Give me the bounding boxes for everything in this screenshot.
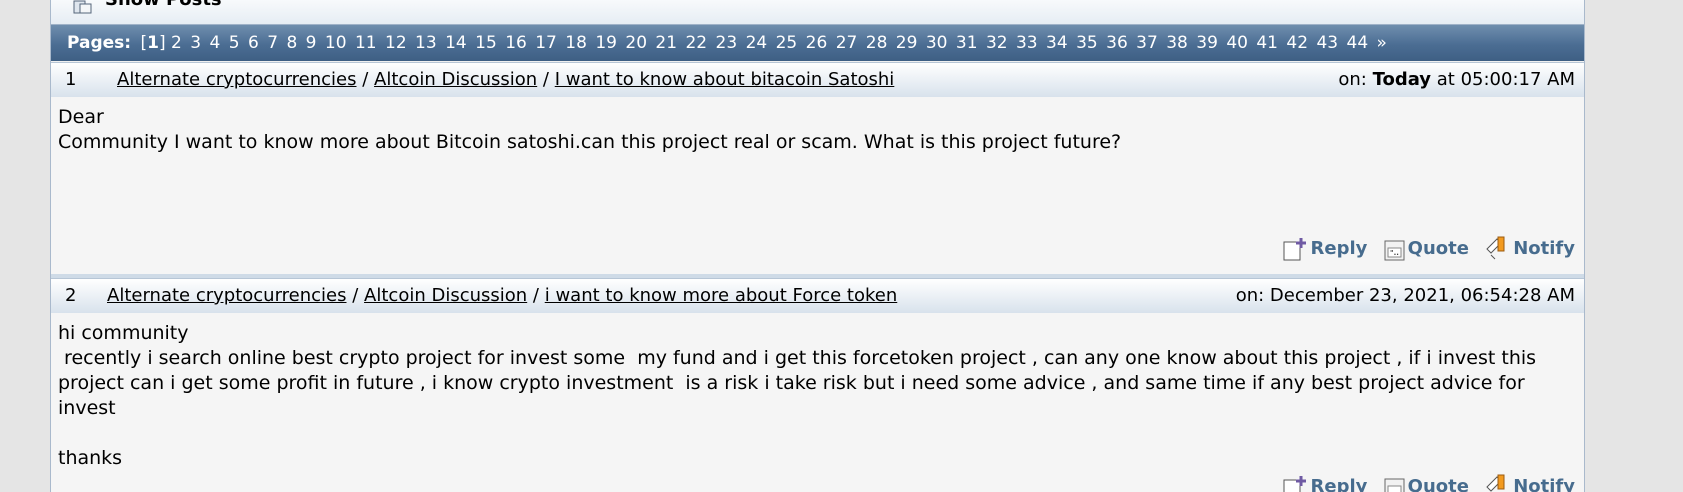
breadcrumb-separator: / [542, 69, 549, 90]
page-link[interactable]: 6 [248, 33, 259, 53]
pages-label: Pages: [67, 33, 132, 53]
post-date: on: December 23, 2021, 06:54:28 AM [1235, 285, 1575, 306]
subboard-link[interactable]: Altcoin Discussion [364, 285, 527, 306]
notify-icon [1486, 236, 1505, 260]
page-link[interactable]: 7 [267, 33, 278, 53]
section-title: Show Posts [105, 0, 222, 10]
page-link[interactable]: 8 [286, 33, 297, 53]
posts-container: Show Posts Pages: [1] 2 3 4 5 6 7 8 9 10… [50, 0, 1585, 492]
breadcrumb-separator: / [532, 285, 539, 306]
page-link[interactable]: 24 [746, 33, 768, 53]
page-link[interactable]: 17 [535, 33, 557, 53]
page-link[interactable]: 38 [1166, 33, 1188, 53]
post-date: on: Today at 05:00:17 AM [1338, 69, 1575, 90]
notify-button[interactable]: Notify [1485, 235, 1575, 261]
post-number: 2 [65, 285, 77, 306]
page-link[interactable]: 9 [306, 33, 317, 53]
page-link[interactable]: 14 [445, 33, 467, 53]
notify-icon [1486, 474, 1505, 492]
post-actions: Reply Quote Notify [1273, 473, 1575, 492]
page-link[interactable]: 13 [415, 33, 437, 53]
post-number: 1 [65, 69, 77, 90]
board-link[interactable]: Alternate cryptocurrencies [117, 69, 357, 90]
page-link[interactable]: 16 [505, 33, 527, 53]
quote-button[interactable]: ".. Quote [1384, 236, 1469, 261]
page-link[interactable]: 37 [1136, 33, 1158, 53]
post-line: hi community [58, 322, 189, 344]
quote-button[interactable]: Quote [1384, 474, 1469, 492]
svg-text:"..: ".. [1390, 249, 1399, 257]
current-page: [1] [140, 33, 166, 53]
page-link[interactable]: 26 [806, 33, 828, 53]
page-link[interactable]: 31 [956, 33, 978, 53]
notify-button[interactable]: Notify [1485, 473, 1575, 492]
page-link[interactable]: 29 [896, 33, 918, 53]
post-line: Dear [58, 106, 104, 128]
page-link[interactable]: 2 [171, 33, 182, 53]
quote-icon: ".. [1384, 240, 1405, 261]
breadcrumb: Alternate cryptocurrencies / Altcoin Dis… [117, 63, 894, 97]
page-link[interactable]: 25 [776, 33, 798, 53]
page-link[interactable]: 41 [1256, 33, 1278, 53]
post-line: Community I want to know more about Bitc… [58, 131, 1122, 153]
page-link[interactable]: 12 [385, 33, 407, 53]
topic-link[interactable]: i want to know more about Force token [545, 285, 898, 306]
page-link[interactable]: 5 [229, 33, 240, 53]
post-line [58, 421, 1558, 446]
page-link[interactable]: 43 [1316, 33, 1338, 53]
page-link[interactable]: 42 [1286, 33, 1308, 53]
pagination-bar: Pages: [1] 2 3 4 5 6 7 8 9 10 11 12 13 1… [51, 25, 1584, 61]
page-link[interactable]: 21 [655, 33, 677, 53]
page-link[interactable]: 20 [625, 33, 647, 53]
page-link[interactable]: 36 [1106, 33, 1128, 53]
reply-button[interactable]: Reply [1283, 236, 1367, 261]
post-text: Dear Community I want to know more about… [58, 105, 1558, 155]
post-text: hi community recently i search online be… [58, 321, 1558, 471]
post-header: 2 Alternate cryptocurrencies / Altcoin D… [51, 278, 1584, 314]
page-link[interactable]: 22 [685, 33, 707, 53]
topic-link[interactable]: I want to know about bitacoin Satoshi [555, 69, 895, 90]
section-header: Show Posts [51, 0, 1584, 25]
reply-icon [1283, 238, 1306, 261]
page-link[interactable]: 32 [986, 33, 1008, 53]
post-body: Dear Community I want to know more about… [51, 97, 1584, 274]
page-link[interactable]: 33 [1016, 33, 1038, 53]
breadcrumb: Alternate cryptocurrencies / Altcoin Dis… [107, 279, 897, 313]
page-link[interactable]: 19 [595, 33, 617, 53]
page-link[interactable]: 11 [355, 33, 377, 53]
page-link[interactable]: 34 [1046, 33, 1068, 53]
page-link[interactable]: 27 [836, 33, 858, 53]
breadcrumb-separator: / [352, 285, 359, 306]
page-link[interactable]: 44 [1347, 33, 1369, 53]
post-line: thanks [58, 447, 123, 469]
page-link[interactable]: 28 [866, 33, 888, 53]
reply-button[interactable]: Reply [1283, 474, 1367, 492]
post-body: hi community recently i search online be… [51, 313, 1584, 492]
page-link[interactable]: 3 [190, 33, 201, 53]
page-link[interactable]: 40 [1226, 33, 1248, 53]
page-link[interactable]: 18 [565, 33, 587, 53]
subboard-link[interactable]: Altcoin Discussion [374, 69, 537, 90]
breadcrumb-separator: / [362, 69, 369, 90]
next-page-link[interactable]: » [1377, 33, 1387, 53]
page-link[interactable]: 30 [926, 33, 948, 53]
post-line: recently i search online best crypto pro… [58, 347, 1543, 419]
quote-icon [1384, 478, 1405, 492]
page-link[interactable]: 10 [325, 33, 347, 53]
post-header: 1 Alternate cryptocurrencies / Altcoin D… [51, 62, 1584, 98]
page-link[interactable]: 23 [716, 33, 738, 53]
reply-icon [1283, 476, 1306, 492]
page-link[interactable]: 39 [1196, 33, 1218, 53]
posts-icon [73, 0, 92, 14]
board-link[interactable]: Alternate cryptocurrencies [107, 285, 347, 306]
page-link[interactable]: 15 [475, 33, 497, 53]
page-link[interactable]: 4 [210, 33, 221, 53]
post-actions: Reply ".. Quote Notify [1273, 235, 1575, 268]
page-link[interactable]: 35 [1076, 33, 1098, 53]
